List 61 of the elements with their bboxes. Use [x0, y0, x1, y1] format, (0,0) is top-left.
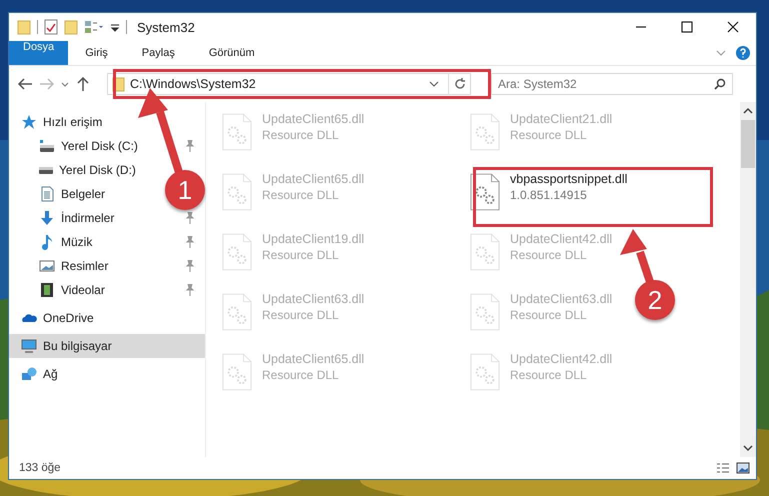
- refresh-icon: [454, 78, 466, 90]
- address-field[interactable]: C:\Windows\System32: [107, 73, 471, 95]
- document-icon: [39, 186, 55, 202]
- pin-icon[interactable]: [185, 284, 195, 296]
- film-icon: [39, 282, 55, 298]
- file-detail: 1.0.851.14915: [510, 188, 588, 202]
- up-icon[interactable]: [75, 77, 91, 91]
- music-note-icon: [39, 234, 55, 250]
- file-detail: Resource DLL: [510, 128, 588, 142]
- ribbon-tab[interactable]: Dosya: [9, 41, 68, 65]
- drive-icon: [39, 140, 55, 152]
- sidebar-item[interactable]: Belgeler: [61, 187, 106, 201]
- pin-icon[interactable]: [185, 260, 195, 272]
- drive-icon: [39, 166, 53, 174]
- ribbon-tab[interactable]: Giriş: [68, 41, 125, 65]
- download-icon: [39, 210, 55, 226]
- window-title: System32: [137, 20, 195, 34]
- properties-icon[interactable]: [44, 19, 58, 35]
- large-icons-view-icon[interactable]: [736, 462, 750, 474]
- file-detail: Resource DLL: [262, 308, 340, 322]
- expand-ribbon-icon[interactable]: [716, 50, 726, 56]
- maximize-icon: [681, 21, 693, 33]
- scroll-up-icon[interactable]: [743, 107, 753, 115]
- star-icon: [21, 114, 37, 130]
- sidebar-item[interactable]: Yerel Disk (D:): [59, 163, 136, 177]
- ribbon-tab[interactable]: Paylaş: [124, 41, 192, 65]
- network-icon: [21, 366, 37, 382]
- sidebar-item[interactable]: Resimler: [61, 259, 108, 273]
- sidebar-item[interactable]: Videolar: [61, 283, 105, 297]
- sidebar-item[interactable]: Ağ: [9, 362, 205, 386]
- sidebar-item[interactable]: Müzik: [61, 235, 92, 249]
- pin-icon[interactable]: [185, 236, 195, 248]
- pin-icon[interactable]: [185, 212, 195, 224]
- file-name[interactable]: vbpassportsnippet.dll: [510, 172, 628, 186]
- sidebar-item[interactable]: Bu bilgisayar: [9, 334, 205, 358]
- close-icon: [727, 21, 739, 33]
- dropdown-icon[interactable]: [429, 81, 439, 87]
- pictures-icon: [39, 258, 55, 274]
- details-view-icon[interactable]: [716, 462, 730, 474]
- sidebar-item[interactable]: Yerel Disk (C:): [61, 139, 138, 153]
- scroll-thumb[interactable]: [741, 120, 755, 168]
- help-icon[interactable]: [736, 46, 750, 60]
- file-detail: Resource DLL: [262, 188, 340, 202]
- back-icon[interactable]: [17, 77, 33, 91]
- sidebar-item[interactable]: OneDrive: [9, 306, 205, 330]
- item-count: 133 öğe: [19, 462, 61, 474]
- sidebar-item[interactable]: Hızlı erişim: [9, 110, 205, 134]
- file-detail: Resource DLL: [262, 248, 340, 262]
- sidebar-item[interactable]: İndirmeler: [61, 211, 114, 225]
- file-detail: Resource DLL: [510, 308, 588, 322]
- file-detail: Resource DLL: [262, 368, 340, 382]
- pointer-arrow: [620, 229, 654, 284]
- monitor-icon: [21, 338, 37, 354]
- file-detail: Resource DLL: [510, 368, 588, 382]
- view-icon[interactable]: [84, 19, 104, 35]
- scroll-down-icon[interactable]: [743, 444, 753, 452]
- file-detail: Resource DLL: [510, 248, 588, 262]
- scrollbar[interactable]: [740, 102, 756, 457]
- file-detail: Resource DLL: [262, 128, 340, 142]
- ribbon-tab[interactable]: Görünüm: [192, 41, 272, 65]
- pin-icon[interactable]: [185, 140, 195, 152]
